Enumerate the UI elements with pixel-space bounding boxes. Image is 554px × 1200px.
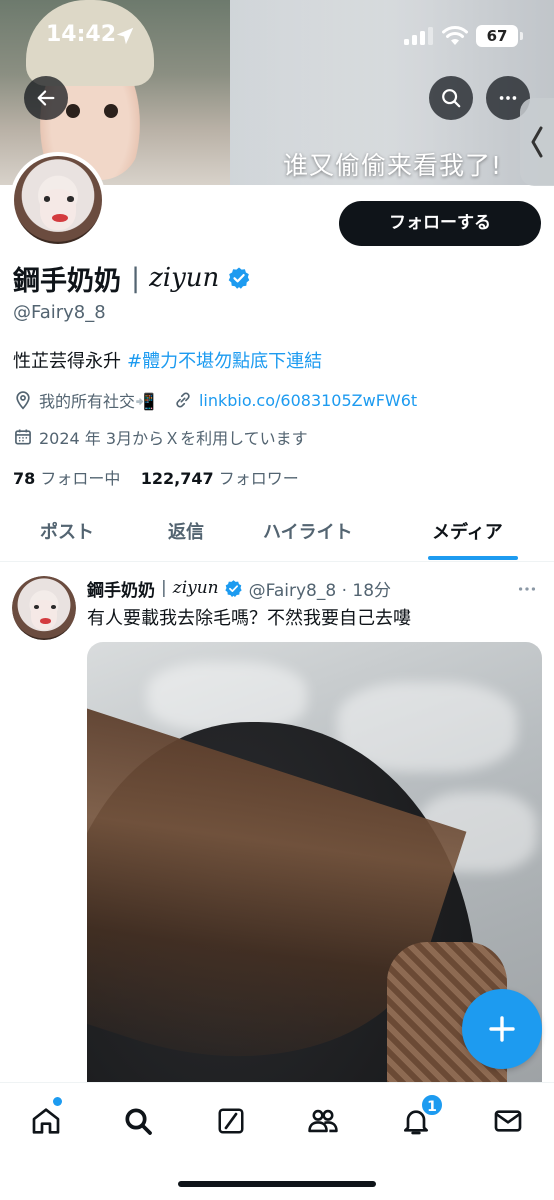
profile-joined-date: 2024 年 3月からＸを利用しています [39, 429, 308, 448]
post-author-name[interactable]: 鋼手奶奶 [87, 576, 155, 601]
post-header: 鋼手奶奶 | ziyun @Fairy8_8 · 18分 [87, 574, 391, 602]
banner-photo-eye [66, 104, 80, 118]
profile-joined-row: 2024 年 3月からＸを利用しています [13, 425, 308, 449]
battery-indicator: 67 [476, 25, 523, 47]
follow-counts: 78 フォロー中 122,747 フォロワー [13, 465, 299, 489]
home-icon [32, 1108, 60, 1134]
banner-photo-eye [104, 104, 118, 118]
verified-badge-icon [224, 579, 242, 597]
search-profile-button[interactable] [429, 76, 473, 120]
wifi-icon [442, 26, 468, 45]
profile-avatar[interactable] [10, 152, 106, 248]
nav-explore[interactable] [118, 1101, 158, 1141]
post-text: 有人要載我去除毛嗎？不然我要自己去嘍 [87, 608, 411, 629]
followers-link[interactable]: 122,747 フォロワー [141, 469, 299, 488]
banner-caption: 谁又偷偷来看我了! [282, 151, 502, 180]
tab-media[interactable]: メディア [432, 518, 503, 544]
post-handle-time: @Fairy8_8 · 18分 [248, 580, 392, 601]
display-name-main: 鋼手奶奶 [13, 265, 121, 297]
avatar-image [12, 576, 76, 640]
grok-icon [218, 1108, 244, 1134]
post-more-icon[interactable] [516, 578, 538, 600]
following-link[interactable]: 78 フォロー中 [13, 469, 120, 488]
active-tab-indicator [428, 556, 518, 560]
side-panel-handle[interactable] [520, 98, 554, 186]
search-icon [125, 1108, 152, 1135]
display-name-alt: ziyun [149, 263, 220, 293]
profile-handle: @Fairy8_8 [13, 302, 106, 323]
plus-icon [489, 1016, 515, 1042]
home-unread-dot [53, 1097, 62, 1106]
tab-posts[interactable]: ポスト [40, 518, 94, 544]
display-name-separator: | [131, 262, 141, 294]
bio-hashtag-link[interactable]: #體力不堪勿點底下連結 [127, 351, 322, 372]
back-button[interactable] [24, 76, 68, 120]
calendar-icon [15, 429, 31, 445]
nav-home[interactable] [26, 1101, 66, 1141]
arrow-left-icon [37, 90, 55, 106]
status-bar: 14:42 67 [0, 0, 554, 72]
profile-website-link[interactable]: linkbio.co/6083105ZwFW6t [199, 391, 417, 410]
post-author-separator: | [161, 578, 167, 598]
link-icon [176, 392, 190, 408]
notification-badge: 1 [420, 1093, 444, 1117]
post-author-name-alt[interactable]: ziyun [173, 578, 219, 598]
chevron-left-icon [531, 126, 543, 158]
profile-display-name: 鋼手奶奶 | ziyun [13, 260, 251, 297]
search-icon [442, 89, 461, 108]
location-arrow-icon [116, 27, 134, 45]
cellular-signal-icon [404, 27, 433, 45]
profile-location: 我的所有社交📲 [39, 392, 155, 411]
messages-icon [494, 1110, 522, 1132]
more-dots-icon [499, 96, 517, 100]
status-time: 14:42 [46, 22, 117, 47]
profile-tabs: ポスト 返信 ハイライト メディア [0, 506, 554, 562]
tab-highlights[interactable]: ハイライト [263, 518, 353, 544]
avatar-image [14, 156, 102, 244]
post-author-avatar[interactable] [12, 576, 76, 640]
nav-communities[interactable] [303, 1101, 343, 1141]
verified-badge-icon[interactable] [227, 266, 251, 290]
tab-replies[interactable]: 返信 [168, 518, 204, 544]
nav-messages[interactable] [488, 1101, 528, 1141]
communities-icon [308, 1109, 338, 1133]
location-pin-icon [16, 391, 30, 410]
home-indicator [178, 1181, 376, 1187]
bio-text: 性芷芸得永升 [13, 351, 121, 372]
compose-post-button[interactable] [462, 989, 542, 1069]
profile-meta-row: 我的所有社交📲 linkbio.co/6083105ZwFW6t [13, 388, 417, 412]
follow-button[interactable]: フォローする [339, 201, 541, 246]
nav-grok[interactable] [211, 1101, 251, 1141]
profile-bio: 性芷芸得永升 #體力不堪勿點底下連結 [13, 347, 322, 373]
